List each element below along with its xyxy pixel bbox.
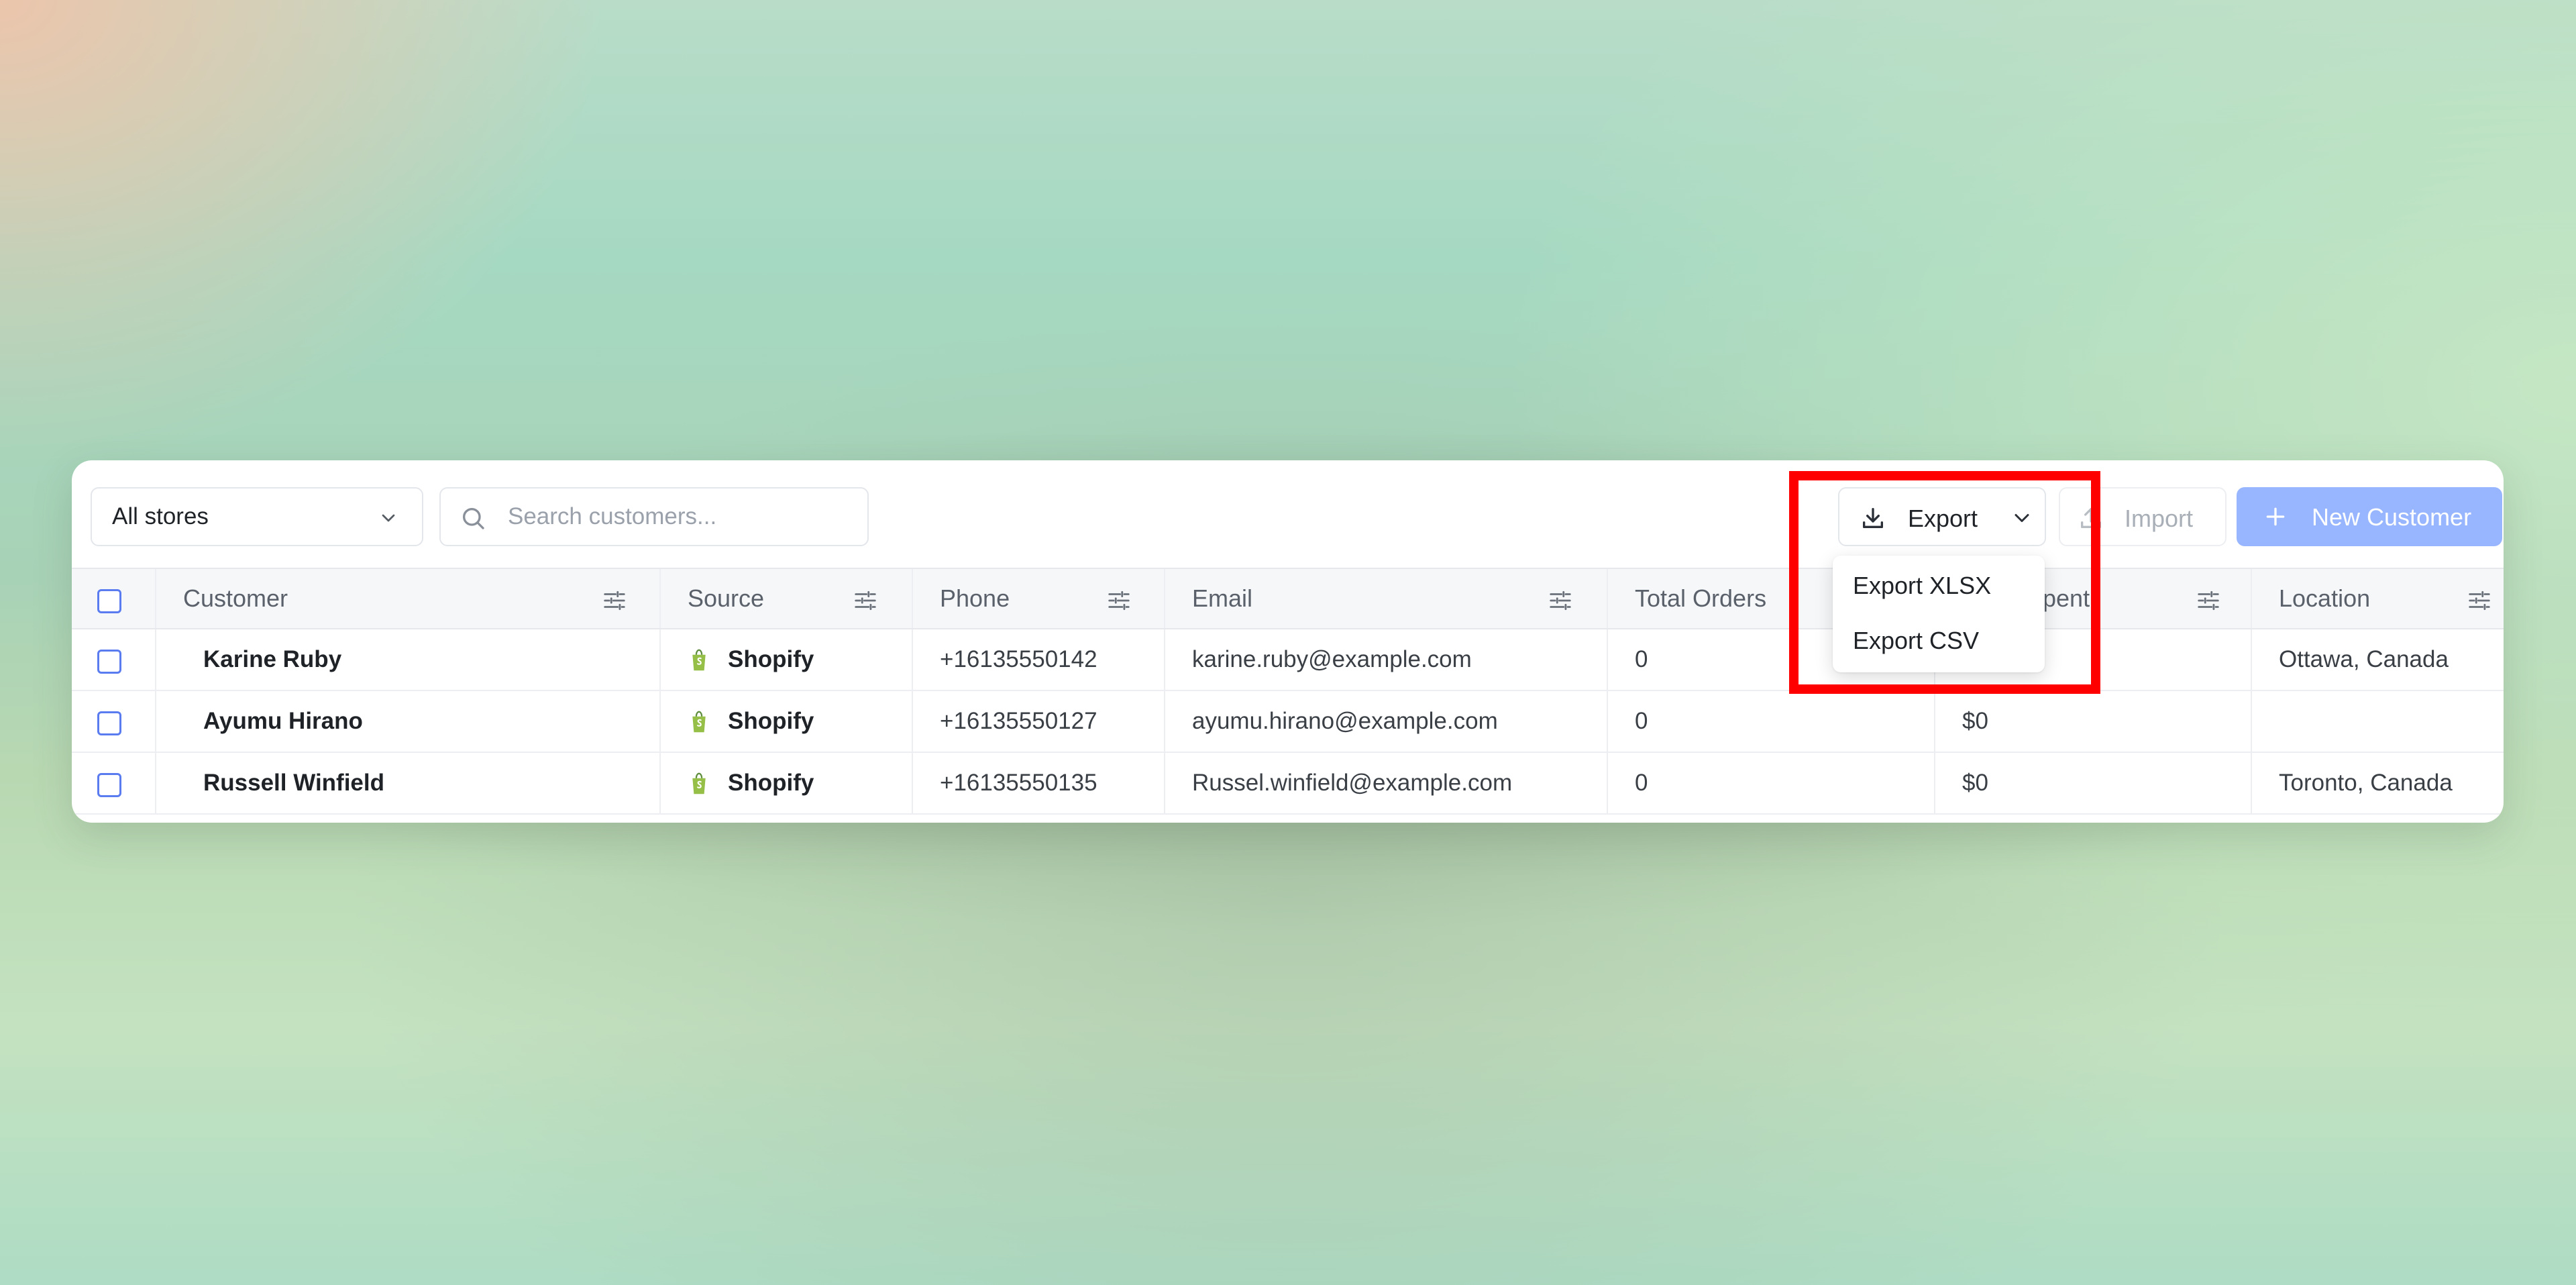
location-cell bbox=[2251, 691, 2504, 752]
row-select-cell bbox=[72, 691, 155, 752]
customer-name: Ayumu Hirano bbox=[203, 708, 363, 734]
store-select[interactable]: All stores bbox=[91, 487, 423, 546]
header-label: Location bbox=[2279, 584, 2371, 612]
column-settings-icon[interactable] bbox=[602, 588, 627, 619]
import-label: Import bbox=[2125, 505, 2194, 532]
header-label: Customer bbox=[183, 584, 288, 612]
row-checkbox[interactable] bbox=[97, 711, 121, 735]
header-label: Phone bbox=[940, 584, 1010, 612]
export-csv-option[interactable]: Export CSV bbox=[1853, 627, 1979, 655]
row-select-cell bbox=[72, 753, 155, 813]
new-customer-label: New Customer bbox=[2312, 503, 2472, 531]
orders-value: 0 bbox=[1635, 708, 1648, 734]
email-value: ayumu.hirano@example.com bbox=[1192, 708, 1498, 734]
orders-cell: 0 bbox=[1607, 753, 1934, 813]
column-settings-icon[interactable] bbox=[2196, 588, 2221, 619]
header-customer[interactable]: Customer bbox=[155, 569, 659, 628]
shopify-icon bbox=[688, 772, 710, 796]
source-cell: Shopify bbox=[659, 753, 912, 813]
customer-name: Russell Winfield bbox=[203, 770, 385, 796]
customer-name: Karine Ruby bbox=[203, 646, 342, 672]
select-all-checkbox[interactable] bbox=[97, 589, 121, 613]
orders-value: 0 bbox=[1635, 646, 1648, 672]
header-label: Email bbox=[1192, 584, 1253, 612]
spent-cell: $0 bbox=[1934, 691, 2251, 752]
export-button[interactable]: Export bbox=[1838, 487, 2046, 546]
phone-cell: +16135550142 bbox=[912, 629, 1164, 690]
phone-value: +16135550127 bbox=[940, 708, 1097, 734]
phone-value: +16135550135 bbox=[940, 770, 1097, 796]
export-label: Export bbox=[1908, 505, 1978, 532]
header-label: Total Orders bbox=[1635, 584, 1767, 612]
email-cell: ayumu.hirano@example.com bbox=[1164, 691, 1607, 752]
customer-cell[interactable]: Karine Ruby bbox=[155, 629, 659, 690]
location-value: Toronto, Canada bbox=[2279, 770, 2453, 796]
row-checkbox[interactable] bbox=[97, 650, 121, 674]
plus-icon bbox=[2262, 503, 2289, 536]
row-checkbox[interactable] bbox=[97, 773, 121, 797]
column-settings-icon[interactable] bbox=[1106, 588, 1132, 619]
chevron-down-icon bbox=[2010, 506, 2034, 536]
location-cell: Ottawa, Canada bbox=[2251, 629, 2504, 690]
header-email[interactable]: Email bbox=[1164, 569, 1607, 628]
source-label: Shopify bbox=[728, 770, 814, 796]
phone-cell: +16135550127 bbox=[912, 691, 1164, 752]
customer-cell[interactable]: Ayumu Hirano bbox=[155, 691, 659, 752]
customers-panel: All stores Search customers... Export Im… bbox=[72, 460, 2504, 823]
location-value: Ottawa, Canada bbox=[2279, 646, 2449, 672]
column-settings-icon[interactable] bbox=[2467, 588, 2492, 619]
chevron-down-icon bbox=[378, 507, 399, 535]
phone-cell: +16135550135 bbox=[912, 753, 1164, 813]
table-row[interactable]: Ayumu Hirano Shopify +16135550127 ayumu.… bbox=[72, 691, 2504, 753]
export-dropdown-menu: Export XLSX Export CSV bbox=[1833, 556, 2045, 672]
header-source[interactable]: Source bbox=[659, 569, 912, 628]
header-location[interactable]: Location bbox=[2251, 569, 2504, 628]
column-settings-icon[interactable] bbox=[1548, 588, 1573, 619]
phone-value: +16135550142 bbox=[940, 646, 1097, 672]
export-xlsx-option[interactable]: Export XLSX bbox=[1853, 572, 1991, 600]
spent-value: $0 bbox=[1962, 708, 1988, 734]
search-icon bbox=[460, 505, 486, 537]
spent-value: $0 bbox=[1962, 770, 1988, 796]
table-row[interactable]: Russell Winfield Shopify +16135550135 Ru… bbox=[72, 753, 2504, 815]
table-row[interactable]: Karine Ruby Shopify +16135550142 karine.… bbox=[72, 629, 2504, 691]
search-placeholder: Search customers... bbox=[508, 503, 717, 529]
spent-cell: $0 bbox=[1934, 753, 2251, 813]
shopify-icon bbox=[688, 648, 710, 672]
source-cell: Shopify bbox=[659, 691, 912, 752]
orders-cell: 0 bbox=[1607, 691, 1934, 752]
import-button[interactable]: Import bbox=[2059, 487, 2226, 546]
select-all-cell bbox=[72, 569, 155, 628]
header-label: pent bbox=[2043, 584, 2090, 612]
column-settings-icon[interactable] bbox=[853, 588, 878, 619]
email-value: Russel.winfield@example.com bbox=[1192, 770, 1513, 796]
row-select-cell bbox=[72, 629, 155, 690]
toolbar: All stores Search customers... Export Im… bbox=[72, 460, 2504, 568]
download-icon bbox=[1860, 505, 1886, 537]
email-cell: karine.ruby@example.com bbox=[1164, 629, 1607, 690]
header-label: Source bbox=[688, 584, 765, 612]
email-value: karine.ruby@example.com bbox=[1192, 646, 1472, 672]
location-cell: Toronto, Canada bbox=[2251, 753, 2504, 813]
upload-icon bbox=[2078, 505, 2104, 537]
new-customer-button[interactable]: New Customer bbox=[2237, 487, 2502, 546]
customer-cell[interactable]: Russell Winfield bbox=[155, 753, 659, 813]
table-header: Customer Source Phone Email Total Orders… bbox=[72, 568, 2504, 629]
source-cell: Shopify bbox=[659, 629, 912, 690]
source-label: Shopify bbox=[728, 646, 814, 672]
email-cell: Russel.winfield@example.com bbox=[1164, 753, 1607, 813]
header-phone[interactable]: Phone bbox=[912, 569, 1164, 628]
search-input[interactable]: Search customers... bbox=[439, 487, 869, 546]
orders-value: 0 bbox=[1635, 770, 1648, 796]
source-label: Shopify bbox=[728, 708, 814, 734]
shopify-icon bbox=[688, 710, 710, 734]
store-select-value: All stores bbox=[112, 503, 209, 529]
